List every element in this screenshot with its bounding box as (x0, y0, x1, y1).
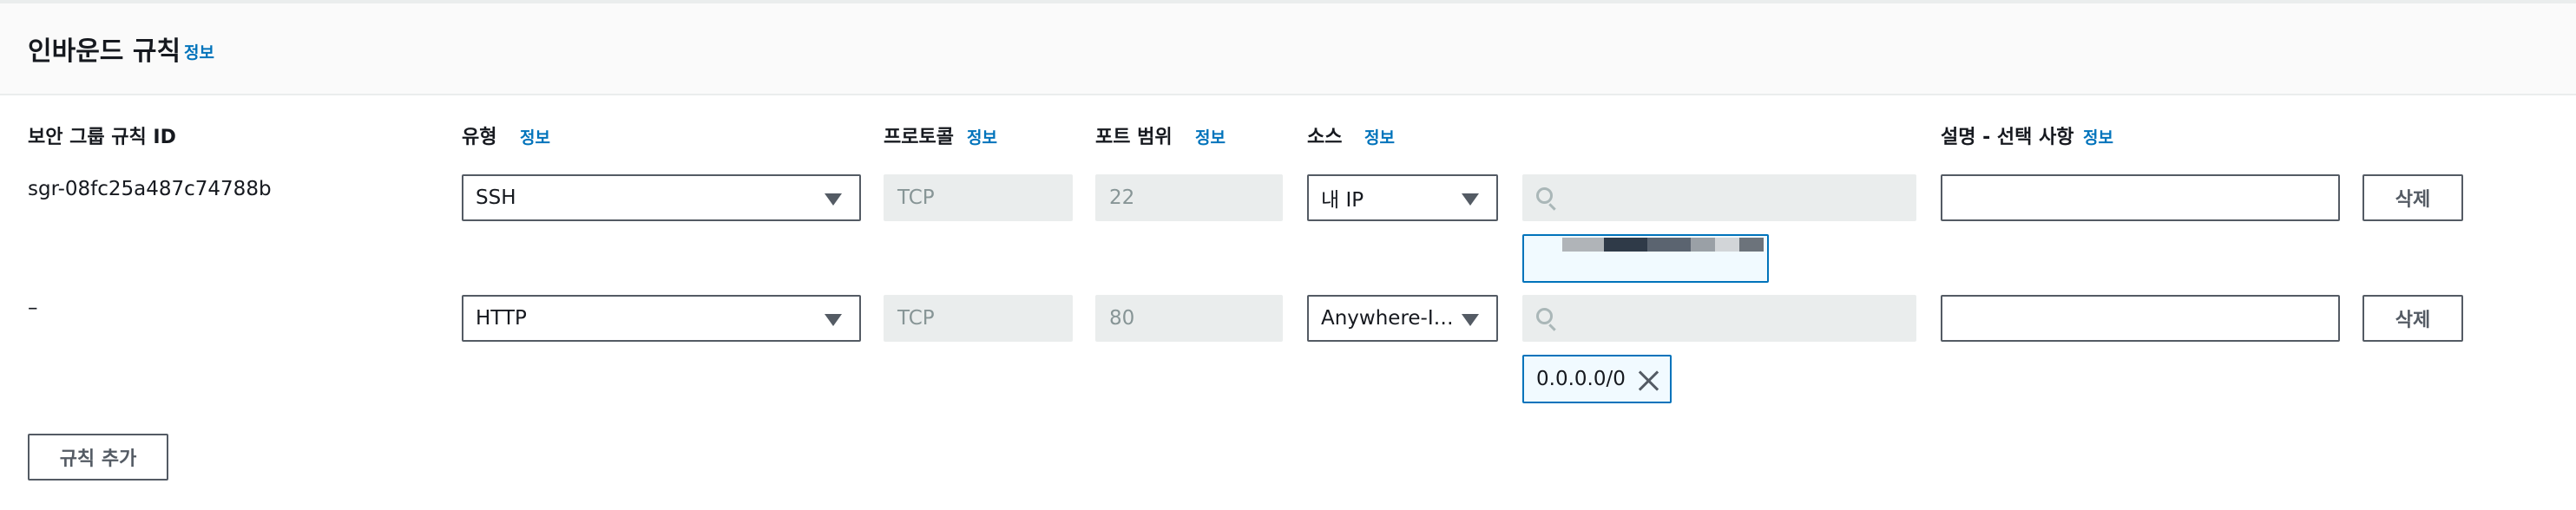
protocol-field: TCP (884, 174, 1073, 221)
protocol-field: TCP (884, 295, 1073, 342)
caret-down-icon (1462, 193, 1479, 206)
description-input[interactable] (1941, 295, 2340, 342)
cidr-search-input[interactable] (1522, 174, 1916, 221)
type-select[interactable]: SSH (462, 174, 861, 221)
column-header-rule-id: 보안 그룹 규칙 ID (28, 127, 176, 148)
source-select-value: 내 IP (1321, 189, 1364, 212)
source-select[interactable]: 내 IP (1307, 174, 1498, 221)
caret-down-icon (825, 193, 842, 206)
description-info-link[interactable]: 정보 (2083, 125, 2113, 148)
column-header-type: 유형 (462, 127, 497, 148)
source-select[interactable]: Anywhere-I… (1307, 295, 1498, 342)
protocol-value: TCP (897, 307, 935, 330)
search-icon (1536, 308, 1553, 324)
panel-header (0, 0, 2576, 95)
rule-id: sgr-08fc25a487c74788b (28, 178, 272, 200)
protocol-info-link[interactable]: 정보 (967, 125, 997, 148)
port-range-info-link[interactable]: 정보 (1195, 125, 1226, 148)
port-range-field: 80 (1095, 295, 1283, 342)
source-select-value: Anywhere-I… (1321, 307, 1454, 330)
search-icon (1536, 187, 1553, 204)
column-header-source: 소스 (1307, 127, 1343, 148)
type-info-link[interactable]: 정보 (520, 125, 550, 148)
delete-button-label: 삭제 (2395, 189, 2431, 211)
cidr-token[interactable] (1522, 234, 1769, 283)
panel-info-link[interactable]: 정보 (184, 40, 214, 63)
type-select-value: HTTP (476, 307, 527, 330)
column-header-port-range: 포트 범위 (1095, 127, 1173, 148)
port-range-value: 22 (1109, 186, 1135, 209)
delete-button-label: 삭제 (2395, 310, 2431, 331)
caret-down-icon (825, 314, 842, 326)
cidr-token: 0.0.0.0/0 (1522, 355, 1672, 403)
port-range-value: 80 (1109, 307, 1135, 330)
cidr-search-input[interactable] (1522, 295, 1916, 342)
description-input[interactable] (1941, 174, 2340, 221)
type-select[interactable]: HTTP (462, 295, 861, 342)
cidr-token-value: 0.0.0.0/0 (1536, 368, 1626, 390)
panel-title: 인바운드 규칙 (28, 36, 181, 67)
close-icon[interactable] (1637, 369, 1659, 391)
delete-button[interactable]: 삭제 (2362, 174, 2463, 221)
type-select-value: SSH (476, 186, 516, 209)
column-header-description: 설명 - 선택 사항 (1941, 127, 2074, 148)
port-range-field: 22 (1095, 174, 1283, 221)
protocol-value: TCP (897, 186, 935, 209)
add-rule-button-label: 규칙 추가 (59, 448, 137, 470)
add-rule-button[interactable]: 규칙 추가 (28, 434, 168, 481)
redacted-ip (1562, 238, 1764, 252)
caret-down-icon (1462, 314, 1479, 326)
column-header-protocol: 프로토콜 (884, 127, 954, 148)
rule-id: – (28, 297, 38, 319)
delete-button[interactable]: 삭제 (2362, 295, 2463, 342)
source-info-link[interactable]: 정보 (1364, 125, 1395, 148)
